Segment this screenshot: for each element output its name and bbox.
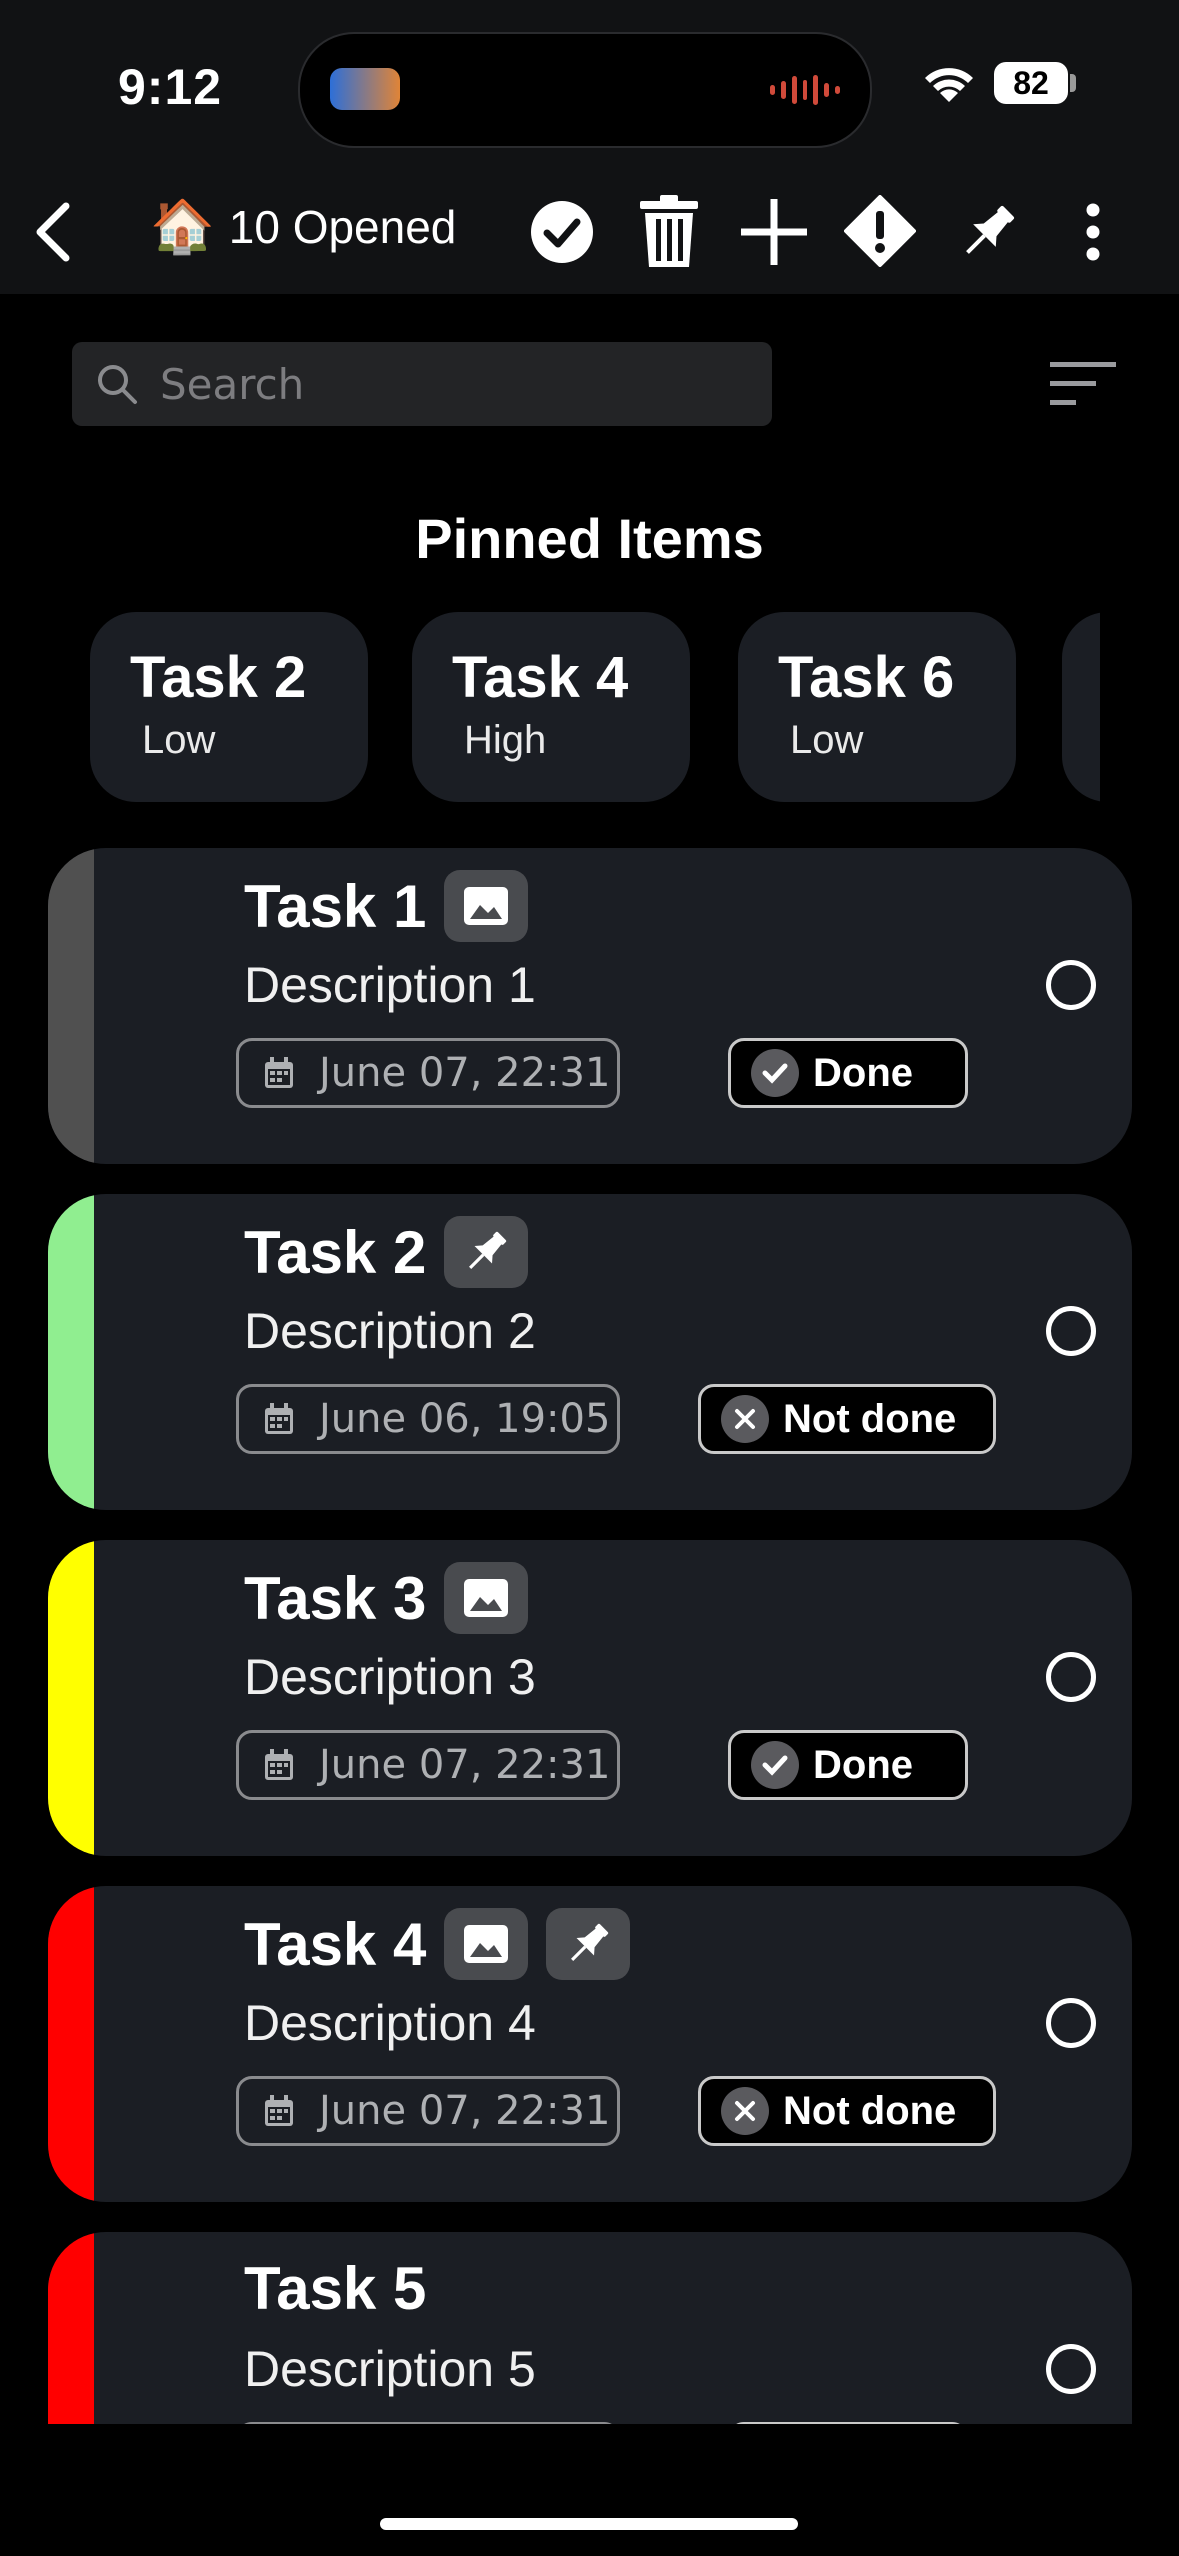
task-title-row: Task 1 (244, 870, 529, 942)
task-title-row: Task 4 (244, 1908, 631, 1980)
app-bar: 🏠 10 Opened (0, 170, 1179, 294)
priority-stripe (48, 848, 94, 1164)
task-title: Task 4 (244, 1910, 427, 1978)
complete-radio[interactable] (1046, 960, 1096, 1010)
pinned-chip-title: Task 2 (130, 645, 307, 710)
complete-radio[interactable] (1046, 1998, 1096, 2048)
pinned-chip-title: Task 6 (778, 645, 955, 710)
task-date[interactable] (236, 2422, 620, 2424)
audio-waveform-icon (770, 74, 841, 106)
task-date[interactable]: June 06, 19:05 (236, 1384, 620, 1454)
priority-stripe (48, 1886, 94, 2202)
task-title-row: Task 2 (244, 1216, 529, 1288)
priority-stripe (48, 2232, 94, 2424)
trash-icon[interactable] (632, 192, 706, 272)
task-card[interactable]: Task 3 Description 3 June 07, 22:31 Done (48, 1540, 1132, 1856)
image-icon (444, 1562, 529, 1634)
image-icon (444, 1908, 529, 1980)
status-time: 9:12 (118, 59, 223, 115)
task-card[interactable]: Task 4 Description 4 June 07, 22:31 Not … (48, 1886, 1132, 2202)
task-description: Description 2 (244, 1303, 536, 1359)
sort-icon[interactable] (1050, 360, 1116, 408)
check-circle-icon[interactable] (526, 196, 598, 268)
status-text: Not done (783, 1396, 957, 1441)
battery-nub (1070, 74, 1076, 92)
image-icon (444, 870, 529, 942)
pinned-chip-priority: High (464, 718, 547, 762)
calendar-icon (265, 2095, 293, 2126)
task-date-text: June 06, 19:05 (319, 1396, 611, 1442)
battery-level: 82 (994, 62, 1068, 104)
task-date-text: June 07, 22:31 (319, 1742, 611, 1788)
more-vertical-icon[interactable] (1066, 192, 1120, 272)
task-date-text: June 07, 22:31 (319, 2088, 611, 2134)
status-badge[interactable]: Done (728, 1730, 968, 1800)
page-title-text: 10 Opened (228, 200, 457, 253)
status-badge[interactable]: Done (728, 1038, 968, 1108)
status-text: Done (813, 1050, 913, 1095)
task-card[interactable]: Task 1 Description 1 June 07, 22:31 Done (48, 848, 1132, 1164)
task-description: Description 5 (244, 2341, 536, 2397)
status-text: Done (813, 1742, 913, 1787)
task-title: Task 2 (244, 1218, 427, 1286)
calendar-icon (265, 1749, 293, 1780)
status-badge[interactable] (728, 2422, 968, 2424)
pinned-items-list: Task 2 Low Task 4 High Task 6 Low (0, 612, 1100, 802)
task-list: Task 1 Description 1 June 07, 22:31 Done… (0, 846, 1179, 2424)
pin-icon[interactable] (950, 192, 1026, 272)
pin-icon (444, 1216, 529, 1288)
pinned-chip[interactable]: Task 6 Low (738, 612, 1016, 802)
complete-radio[interactable] (1046, 2344, 1096, 2394)
pinned-chip[interactable]: Task 4 High (412, 612, 690, 802)
house-icon: 🏠 (150, 198, 215, 256)
now-playing-artwork (330, 68, 400, 110)
status-badge[interactable]: Not done (698, 1384, 996, 1454)
priority-stripe (48, 1194, 94, 1510)
calendar-icon (265, 1057, 293, 1088)
complete-radio[interactable] (1046, 1652, 1096, 1702)
task-title: Task 1 (244, 872, 427, 940)
task-description: Description 4 (244, 1995, 536, 2051)
priority-stripe (48, 1540, 94, 1856)
cross-icon (721, 1395, 769, 1443)
pin-icon (546, 1908, 631, 1980)
check-icon (751, 1049, 799, 1097)
search-icon (98, 365, 137, 404)
page-title: 🏠 10 Opened (150, 196, 456, 257)
task-title-row: Task 3 (244, 1562, 529, 1634)
task-date-text: June 07, 22:31 (319, 1050, 611, 1096)
warning-diamond-icon[interactable] (842, 190, 918, 272)
status-bar: 9:12 82 (0, 0, 1179, 170)
task-date[interactable]: June 07, 22:31 (236, 1038, 620, 1108)
dynamic-island (298, 32, 872, 148)
status-badge[interactable]: Not done (698, 2076, 996, 2146)
wifi-icon (925, 68, 973, 102)
task-card[interactable]: Task 5 Description 5 (48, 2232, 1132, 2424)
task-card[interactable]: Task 2 Description 2 June 06, 19:05 Not … (48, 1194, 1132, 1510)
task-description: Description 1 (244, 957, 536, 1013)
task-date[interactable]: June 07, 22:31 (236, 1730, 620, 1800)
plus-icon[interactable] (736, 192, 812, 272)
task-title-row: Task 5 (244, 2254, 426, 2323)
calendar-icon (265, 1403, 293, 1434)
task-title: Task 5 (244, 2255, 427, 2322)
pinned-chip[interactable] (1062, 612, 1100, 802)
task-title: Task 3 (244, 1564, 427, 1632)
pinned-chip[interactable]: Task 2 Low (90, 612, 368, 802)
pinned-items-heading: Pinned Items (415, 507, 764, 570)
status-text: Not done (783, 2088, 957, 2133)
task-date[interactable]: June 07, 22:31 (236, 2076, 620, 2146)
home-indicator[interactable] (380, 2518, 798, 2530)
pinned-chip-priority: Low (790, 718, 864, 762)
complete-radio[interactable] (1046, 1306, 1096, 1356)
cross-icon (721, 2087, 769, 2135)
task-description: Description 3 (244, 1649, 536, 1705)
search-input[interactable] (158, 358, 722, 410)
pinned-chip-title: Task 4 (452, 645, 629, 710)
pinned-chip-priority: Low (142, 718, 216, 762)
search-bar (72, 342, 772, 426)
check-icon (751, 1741, 799, 1789)
back-arrow-icon[interactable] (12, 192, 92, 272)
